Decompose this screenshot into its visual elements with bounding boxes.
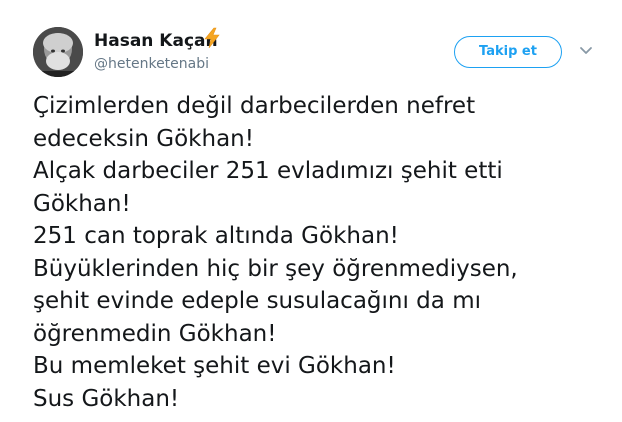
avatar[interactable] (33, 27, 83, 77)
tweet-line: Çizimlerden değil darbecilerden nefret (33, 93, 476, 119)
follow-button[interactable]: Takip et (454, 36, 562, 68)
tweet-line: şehit evinde edeple susulacağını da mı (33, 288, 481, 314)
tweet-line: 251 can toprak altında Gökhan! (33, 223, 399, 249)
tweet-line: Alçak darbeciler 251 evladımızı şehit et… (33, 158, 503, 184)
tweet-text: Çizimlerden değil darbecilerden nefret e… (33, 90, 613, 415)
tweet-line: Bu memleket şehit evi Gökhan! (33, 353, 396, 379)
tweet-line: edeceksin Gökhan! (33, 125, 254, 152)
chevron-down-icon[interactable] (578, 42, 594, 58)
tweet-line: Sus Gökhan! (33, 385, 180, 412)
tweet-line: öğrenmedin Gökhan! (33, 320, 277, 347)
tweet-card: Hasan Kaçan @hetenketenabi Takip et Çizi… (0, 0, 622, 422)
user-handle[interactable]: @hetenketenabi (94, 55, 209, 73)
tweet-line: Büyüklerinden hiç bir şey öğrenmediysen, (33, 255, 518, 282)
lightning-bolt-icon (204, 27, 220, 49)
profile-avatar-icon (33, 27, 83, 77)
display-name[interactable]: Hasan Kaçan (94, 31, 218, 51)
tweet-line: Gökhan! (33, 190, 131, 217)
